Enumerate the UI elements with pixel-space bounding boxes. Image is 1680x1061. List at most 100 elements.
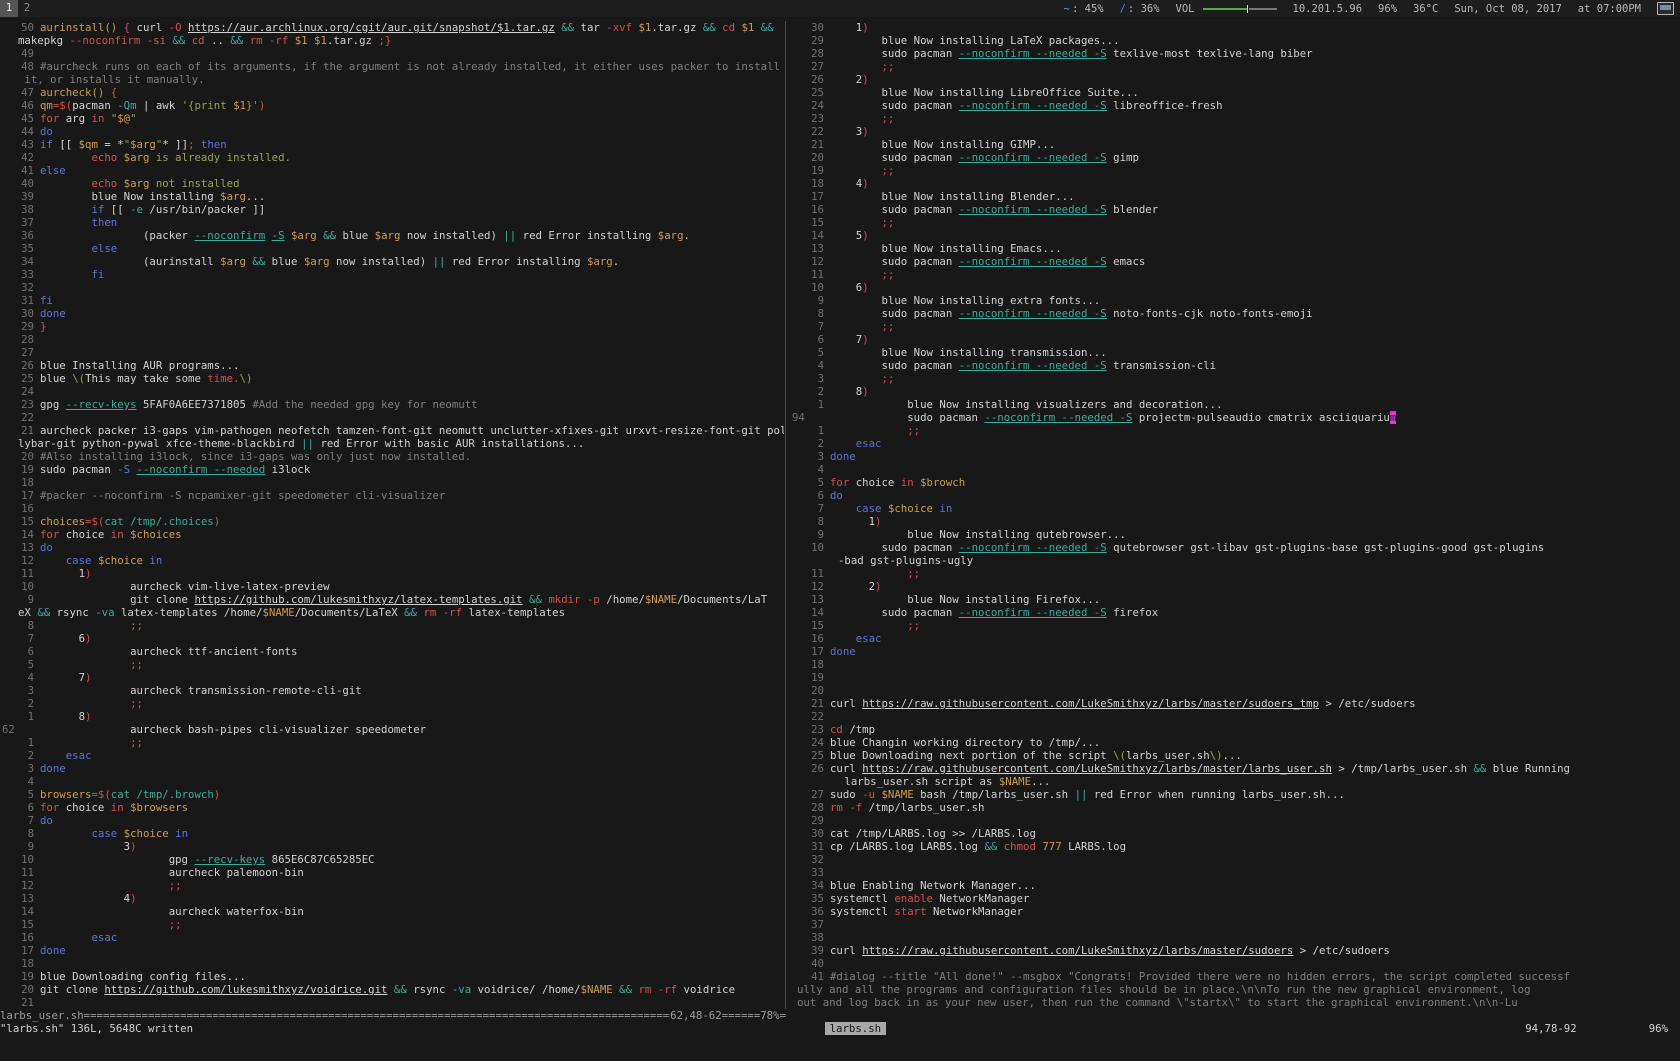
code-row: 5browsers=$(cat /tmp/.browch): [0, 788, 784, 801]
code-token: /home/: [606, 593, 645, 606]
code-token: then: [91, 216, 117, 229]
line-number: 3: [790, 372, 824, 385]
code-token: do: [40, 125, 53, 138]
code-token: sudo pacman: [830, 606, 959, 619]
code-token: [830, 424, 907, 437]
code-row: 19blue Downloading config files...: [0, 970, 784, 983]
line-number: 29: [790, 814, 824, 827]
code-token: &&: [1473, 762, 1492, 775]
code-token: --recv-keys: [194, 853, 265, 866]
code-token: .tar.gz: [327, 34, 378, 47]
code-row: 15 ;;: [0, 918, 784, 931]
systray-monitor-icon[interactable]: [1657, 2, 1674, 15]
code-text: #aurcheck runs on each of its arguments,…: [34, 60, 780, 73]
workspace-tag-2[interactable]: 2: [18, 0, 36, 17]
line-number: 16: [0, 931, 34, 944]
code-token: $arg: [304, 255, 330, 268]
code-row: 16 sudo pacman --noconfirm --needed -S b…: [790, 203, 1680, 216]
code-text: blue Now installing transmission...: [824, 346, 1107, 359]
volume-slider-handle[interactable]: [1247, 5, 1248, 13]
code-token: rm -rf: [250, 34, 295, 47]
line-number: 22: [790, 710, 824, 723]
code-token: blue Changin working directory to /tmp/.…: [830, 736, 1100, 749]
code-token: latex-templates: [468, 606, 565, 619]
code-token: /tmp: [849, 723, 875, 736]
vim-pane-larbs-user-sh[interactable]: 50aurinstall() { curl -O https://aur.arc…: [0, 21, 784, 1009]
line-number: 21: [790, 697, 824, 710]
code-token: red Error with basic AUR installations..…: [320, 437, 584, 450]
code-token: noto-fonts-cjk noto-fonts-emoji: [1107, 307, 1313, 320]
code-token: sudo pacman: [830, 307, 959, 320]
code-row: 7 ;;: [790, 320, 1680, 333]
code-token: sudo: [830, 788, 862, 801]
line-number: 21: [0, 996, 34, 1009]
line-number: 9: [0, 593, 34, 606]
code-token: ): [130, 840, 136, 853]
code-text: ;;: [34, 918, 182, 931]
code-token: --noconfirm --needed -S: [959, 307, 1107, 320]
code-token: [40, 203, 91, 216]
code-row: 17done: [790, 645, 1680, 658]
code-text: aurinstall() { curl -O https://aur.archl…: [34, 21, 774, 34]
code-text: out and log back in as your new user, th…: [790, 996, 1518, 1009]
code-token: sudo pacman: [830, 541, 959, 554]
code-row: 11 ;;: [790, 567, 1680, 580]
line-number: 35: [0, 242, 34, 255]
workspace-tag-1[interactable]: 1: [0, 0, 18, 17]
line-number: 9: [0, 840, 34, 853]
code-token: [830, 632, 856, 645]
code-token: $choice: [888, 502, 933, 515]
code-text: git clone https://github.com/lukesmithxy…: [34, 983, 735, 996]
code-row: 33: [790, 866, 1680, 879]
code-row: 20git clone https://github.com/lukesmith…: [0, 983, 784, 996]
code-text: sudo pacman --noconfirm --needed -S qute…: [824, 541, 1544, 554]
code-row: 43if [[ $qm = *"$arg"* ]]; then: [0, 138, 784, 151]
code-token: ): [862, 385, 868, 398]
code-text: blue Changin working directory to /tmp/.…: [824, 736, 1100, 749]
code-row: 94 sudo pacman --noconfirm --needed -S p…: [790, 411, 1680, 424]
code-token: [40, 749, 66, 762]
code-text: aurcheck ttf-ancient-fonts: [34, 645, 297, 658]
code-token: makepkg: [18, 34, 69, 47]
code-token: ;;: [881, 372, 894, 385]
code-row: 14 5): [790, 229, 1680, 242]
code-token: ): [862, 73, 868, 86]
code-text: #dialog --title "All done!" --msgbox "Co…: [824, 970, 1570, 983]
code-token: [40, 918, 169, 931]
line-number: 10: [0, 853, 34, 866]
code-text: aurcheck vim-live-latex-preview: [34, 580, 330, 593]
line-number: 14: [790, 229, 824, 242]
volume-slider[interactable]: [1203, 5, 1277, 13]
code-token: 3: [830, 125, 862, 138]
vim-vertical-separator[interactable]: [785, 21, 786, 1009]
code-token: blue: [342, 229, 374, 242]
code-row: 20#Also installing i3lock, since i3-gaps…: [0, 450, 784, 463]
code-row: 18: [790, 658, 1680, 671]
code-token: [830, 268, 881, 281]
code-token: | awk: [143, 99, 182, 112]
code-token: &&: [613, 983, 639, 996]
code-text: sudo pacman --noconfirm --needed -S texl…: [824, 47, 1313, 60]
code-text: aurcheck palemoon-bin: [34, 866, 304, 879]
code-token: 7: [40, 671, 85, 684]
code-token: \(: [72, 372, 85, 385]
battery-percent: 96%: [1378, 3, 1397, 15]
line-number: 23: [790, 723, 824, 736]
vim-pane-larbs-sh[interactable]: 30 1)29 blue Now installing LaTeX packag…: [790, 21, 1680, 1009]
code-token: ;;: [907, 567, 920, 580]
code-text: esac: [34, 749, 92, 762]
code-text: sudo pacman --noconfirm --needed -S gimp: [824, 151, 1139, 164]
code-token: [830, 164, 881, 177]
code-token: }: [40, 320, 46, 333]
code-token: aurcheck bash-pipes cli-visualizer speed…: [40, 723, 426, 736]
code-token: ;;: [881, 112, 894, 125]
code-token: ...: [246, 190, 265, 203]
line-number: 19: [790, 671, 824, 684]
code-token: .: [613, 255, 619, 268]
status-modules: ~: 45% /: 36% VOL 10.201.5.96 96% 36°C S…: [1064, 0, 1674, 17]
line-number: 2: [0, 697, 34, 710]
code-token: 6: [830, 281, 862, 294]
line-number: 48: [0, 60, 34, 73]
code-row: 41#dialog --title "All done!" --msgbox "…: [790, 970, 1680, 983]
code-token: rm -f: [830, 801, 869, 814]
